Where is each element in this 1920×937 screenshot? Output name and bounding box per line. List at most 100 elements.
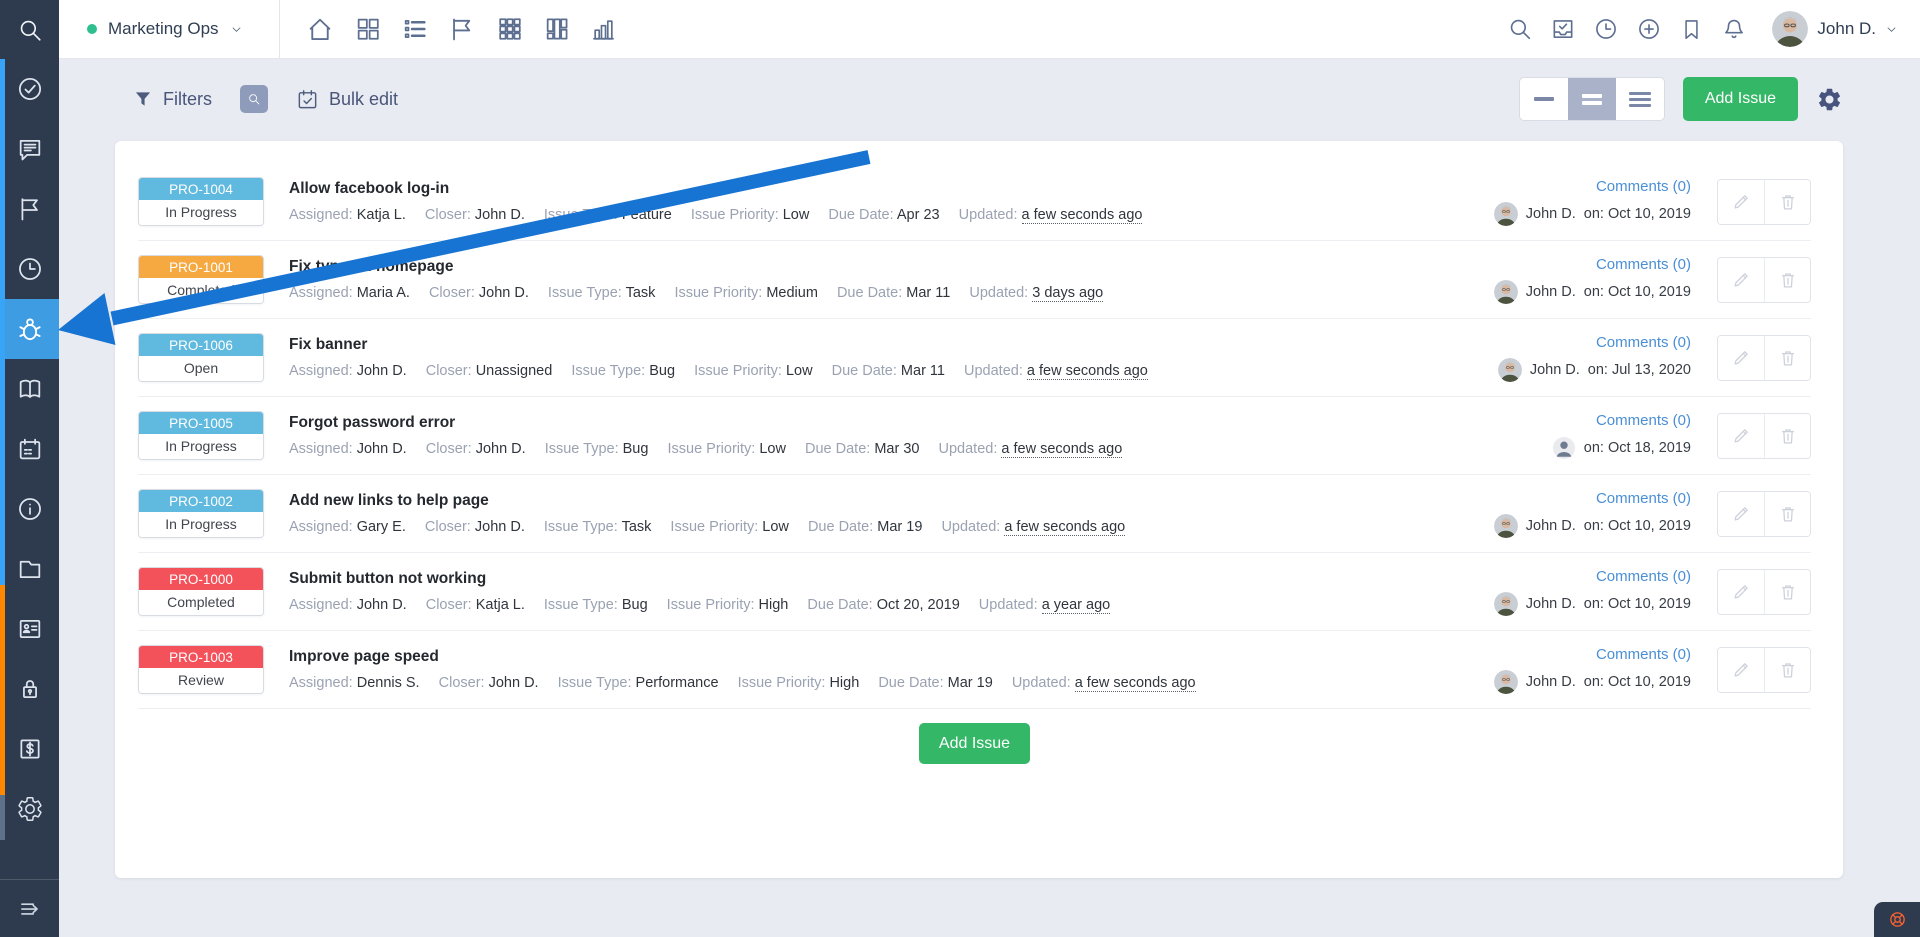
assigned-label: Assigned: bbox=[289, 285, 353, 301]
search-icon[interactable] bbox=[1507, 16, 1533, 42]
issue-title[interactable]: Fix typo on homepage bbox=[289, 258, 1118, 276]
grid-icon[interactable] bbox=[496, 15, 524, 43]
user-menu[interactable]: John D. bbox=[1772, 11, 1898, 47]
due-date-label: Due Date: bbox=[837, 285, 902, 301]
dashboard-grid-icon[interactable] bbox=[354, 15, 382, 43]
updated-value[interactable]: a year ago bbox=[1042, 597, 1111, 614]
bookmark-icon[interactable] bbox=[1679, 17, 1704, 42]
bar-chart-icon[interactable] bbox=[590, 16, 617, 43]
updated-value[interactable]: a few seconds ago bbox=[1001, 441, 1122, 458]
sidebar-item-info[interactable] bbox=[0, 479, 59, 539]
sidebar-item-messages[interactable] bbox=[0, 119, 59, 179]
bulk-edit-button[interactable]: Bulk edit bbox=[296, 88, 398, 111]
sidebar-item-finance[interactable] bbox=[0, 719, 59, 779]
issue-badge[interactable]: PRO-1001 Completed bbox=[138, 255, 264, 304]
created-on: on: Oct 10, 2019 bbox=[1584, 596, 1691, 612]
issue-main: Allow facebook log-in Assigned: Katja L.… bbox=[264, 180, 1157, 223]
edit-button[interactable] bbox=[1718, 258, 1764, 302]
issue-badge[interactable]: PRO-1005 In Progress bbox=[138, 411, 264, 460]
edit-button[interactable] bbox=[1718, 648, 1764, 692]
issue-row: PRO-1002 In Progress Add new links to he… bbox=[138, 475, 1811, 553]
updated-value[interactable]: a few seconds ago bbox=[1075, 675, 1196, 692]
kanban-icon[interactable] bbox=[543, 15, 571, 43]
issue-badge[interactable]: PRO-1006 Open bbox=[138, 333, 264, 382]
plus-circle-icon[interactable] bbox=[1636, 16, 1662, 42]
delete-button[interactable] bbox=[1764, 648, 1810, 692]
edit-button[interactable] bbox=[1718, 336, 1764, 380]
saved-search-button[interactable] bbox=[240, 85, 268, 113]
security-lock-icon bbox=[16, 675, 44, 703]
updated-value[interactable]: 3 days ago bbox=[1032, 285, 1103, 302]
inbox-check-icon[interactable] bbox=[1550, 16, 1576, 42]
author-avatar bbox=[1552, 436, 1576, 460]
delete-button[interactable] bbox=[1764, 336, 1810, 380]
sidebar-item-time[interactable] bbox=[0, 239, 59, 299]
issue-badge[interactable]: PRO-1004 In Progress bbox=[138, 177, 264, 226]
author-avatar bbox=[1494, 280, 1518, 304]
bell-icon[interactable] bbox=[1721, 16, 1747, 42]
issue-title[interactable]: Fix banner bbox=[289, 336, 1163, 354]
edit-button[interactable] bbox=[1718, 492, 1764, 536]
history-icon[interactable] bbox=[1593, 16, 1619, 42]
issue-status: Review bbox=[139, 668, 263, 693]
comments-link[interactable]: Comments (0) bbox=[1596, 412, 1691, 429]
comments-link[interactable]: Comments (0) bbox=[1596, 256, 1691, 273]
sidebar-item-projects[interactable] bbox=[0, 179, 59, 239]
add-issue-button[interactable]: Add Issue bbox=[1683, 77, 1798, 121]
help-widget-tab[interactable] bbox=[1874, 902, 1920, 937]
home-icon[interactable] bbox=[305, 14, 335, 44]
due-date-value: Apr 23 bbox=[897, 207, 940, 223]
issue-badge[interactable]: PRO-1000 Completed bbox=[138, 567, 264, 616]
list-icon[interactable] bbox=[401, 15, 429, 43]
issue-badge[interactable]: PRO-1002 In Progress bbox=[138, 489, 264, 538]
sidebar-item-contacts[interactable] bbox=[0, 599, 59, 659]
delete-button[interactable] bbox=[1764, 414, 1810, 458]
comments-link[interactable]: Comments (0) bbox=[1596, 568, 1691, 585]
issue-priority-value: Low bbox=[786, 363, 813, 379]
sidebar-item-calendar[interactable] bbox=[0, 419, 59, 479]
closer-value: John D. bbox=[475, 207, 525, 223]
tasks-check-icon bbox=[16, 75, 44, 103]
list-settings-gear-icon[interactable] bbox=[1816, 86, 1843, 113]
comments-link[interactable]: Comments (0) bbox=[1596, 646, 1691, 663]
sidebar-search-icon[interactable] bbox=[0, 0, 59, 59]
issue-badge[interactable]: PRO-1003 Review bbox=[138, 645, 264, 694]
comments-link[interactable]: Comments (0) bbox=[1596, 178, 1691, 195]
density-medium-button[interactable] bbox=[1568, 78, 1616, 120]
filters-label: Filters bbox=[163, 89, 212, 110]
issue-type-value: Task bbox=[622, 519, 652, 535]
updated-value[interactable]: a few seconds ago bbox=[1004, 519, 1125, 536]
issue-title[interactable]: Improve page speed bbox=[289, 648, 1211, 666]
delete-button[interactable] bbox=[1764, 180, 1810, 224]
edit-button[interactable] bbox=[1718, 570, 1764, 614]
workspace-selector[interactable]: Marketing Ops bbox=[59, 19, 279, 39]
sidebar-item-files[interactable] bbox=[0, 539, 59, 599]
delete-button[interactable] bbox=[1764, 258, 1810, 302]
sidebar-item-knowledge[interactable] bbox=[0, 359, 59, 419]
issue-title[interactable]: Add new links to help page bbox=[289, 492, 1140, 510]
issue-title[interactable]: Allow facebook log-in bbox=[289, 180, 1157, 198]
edit-button[interactable] bbox=[1718, 180, 1764, 224]
density-compact-button[interactable] bbox=[1520, 78, 1568, 120]
flag-icon[interactable] bbox=[448, 15, 477, 44]
delete-button[interactable] bbox=[1764, 570, 1810, 614]
issue-type-value: Performance bbox=[636, 675, 719, 691]
edit-button[interactable] bbox=[1718, 414, 1764, 458]
updated-value[interactable]: a few seconds ago bbox=[1022, 207, 1143, 224]
comments-link[interactable]: Comments (0) bbox=[1596, 490, 1691, 507]
filters-button[interactable]: Filters bbox=[133, 89, 212, 110]
sidebar-item-settings[interactable] bbox=[0, 779, 59, 839]
updated-value[interactable]: a few seconds ago bbox=[1027, 363, 1148, 380]
delete-button[interactable] bbox=[1764, 492, 1810, 536]
sidebar-collapse-button[interactable] bbox=[0, 879, 59, 937]
sidebar-item-issues[interactable] bbox=[0, 299, 59, 359]
issue-title[interactable]: Submit button not working bbox=[289, 570, 1125, 588]
issue-title[interactable]: Forgot password error bbox=[289, 414, 1137, 432]
sidebar-item-tasks[interactable] bbox=[0, 59, 59, 119]
issue-actions bbox=[1717, 257, 1811, 303]
comments-link[interactable]: Comments (0) bbox=[1596, 334, 1691, 351]
closer-value: John D. bbox=[479, 285, 529, 301]
sidebar-item-security[interactable] bbox=[0, 659, 59, 719]
add-issue-button-bottom[interactable]: Add Issue bbox=[919, 723, 1030, 764]
density-full-button[interactable] bbox=[1616, 78, 1664, 120]
